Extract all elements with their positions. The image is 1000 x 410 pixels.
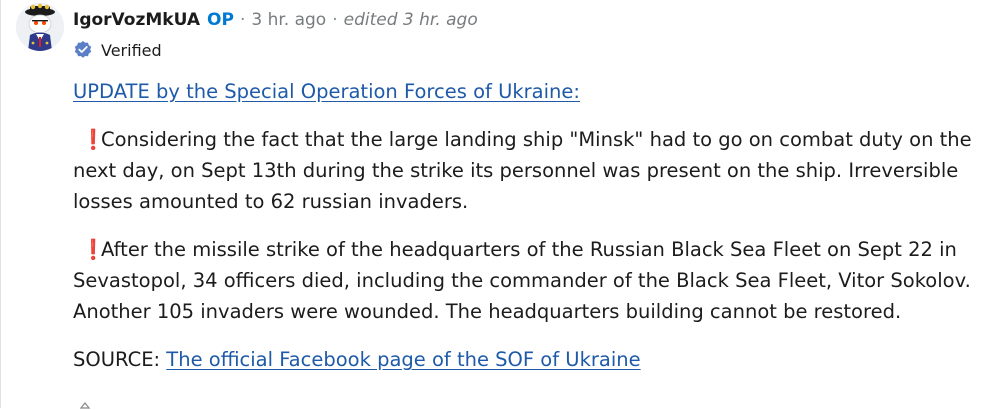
body-paragraph-1: ❗Considering the fact that the large lan… (73, 124, 978, 217)
user-flair: Verified (73, 39, 162, 61)
paragraph-text: Considering the fact that the large land… (73, 128, 972, 213)
comment-byline: IgorVozMkUA OP · 3 hr. ago · edited 3 hr… (73, 8, 478, 32)
meta-separator: · (332, 10, 338, 30)
verified-badge-icon (74, 41, 92, 58)
op-badge: OP (207, 10, 234, 30)
upvote-icon[interactable] (80, 402, 90, 410)
source-label: SOURCE: (73, 348, 161, 371)
snoo-avatar-icon (16, 3, 64, 51)
body-paragraph-2: ❗After the missile strike of the headqua… (73, 234, 978, 327)
headline-link[interactable]: UPDATE by the Special Operation Forces o… (73, 80, 580, 103)
exclamation-icon: ❗ (81, 238, 106, 261)
avatar[interactable] (16, 3, 64, 51)
meta-separator: · (239, 10, 246, 30)
exclamation-icon: ❗ (81, 128, 106, 151)
author-username[interactable]: IgorVozMkUA (73, 10, 200, 30)
comment-body: UPDATE by the Special Operation Forces o… (73, 76, 978, 392)
flair-label: Verified (101, 40, 162, 60)
comment-timestamp[interactable]: 3 hr. ago (251, 10, 326, 30)
paragraph-text: After the missile strike of the headquar… (73, 238, 971, 323)
edited-timestamp: edited 3 hr. ago (343, 10, 478, 30)
source-link[interactable]: The official Facebook page of the SOF of… (166, 348, 640, 371)
comment: IgorVozMkUA OP · 3 hr. ago · edited 3 hr… (0, 0, 1000, 410)
headline-paragraph: UPDATE by the Special Operation Forces o… (73, 76, 978, 107)
source-paragraph: SOURCE: The official Facebook page of th… (73, 344, 978, 375)
